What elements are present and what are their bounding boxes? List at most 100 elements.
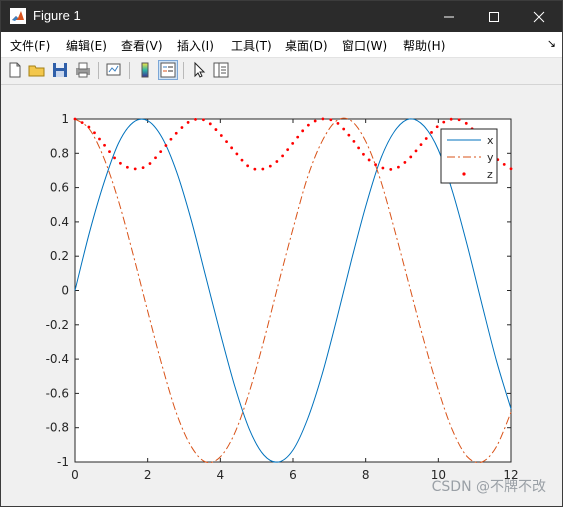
menu-edit[interactable]: 编辑(E) (66, 37, 107, 54)
series-z-point (296, 135, 300, 139)
maximize-button[interactable] (471, 1, 517, 32)
series-z-point (235, 152, 239, 156)
legend-marker-z (462, 172, 466, 176)
series-z-point (148, 162, 152, 165)
insert-legend-button[interactable] (158, 60, 178, 80)
y-tick-label: 0.2 (50, 249, 69, 263)
toolbar-separator (98, 62, 99, 79)
y-tick-label: -0.2 (46, 318, 69, 332)
y-tick-label: 0 (61, 284, 69, 298)
y-tick-label: -0.8 (46, 421, 69, 435)
insert-colorbar-button[interactable] (135, 60, 155, 80)
save-icon (53, 63, 67, 77)
property-inspector-icon (213, 62, 229, 78)
series-z-point (409, 155, 413, 159)
series-z-point (261, 167, 265, 171)
series-z-point (208, 122, 212, 126)
link-plot-button[interactable] (104, 60, 124, 80)
series-z-point (457, 118, 461, 122)
y-tick-label: -0.6 (46, 386, 69, 400)
series-z-point (87, 125, 91, 129)
series-z-point (253, 167, 257, 171)
series-z-point (357, 146, 360, 150)
series-z-point (164, 144, 168, 147)
series-z-point (424, 137, 428, 140)
series-z-point (219, 134, 223, 137)
series-z-point (180, 126, 184, 129)
minimize-button[interactable] (426, 1, 472, 32)
series-z-point (419, 143, 423, 146)
chevron-icon[interactable]: ↘ (547, 37, 556, 50)
title-bar[interactable]: Figure 1 (1, 1, 562, 32)
menu-view[interactable]: 查看(V) (121, 37, 163, 54)
series-z-point (342, 127, 346, 131)
save-button[interactable] (50, 60, 70, 80)
series-z-point (103, 143, 106, 147)
series-z-point (403, 161, 407, 164)
toolbar (1, 58, 562, 85)
menu-tools[interactable]: 工具(T) (231, 37, 272, 54)
x-tick-label: 4 (217, 468, 225, 482)
y-tick-label: 0.4 (50, 215, 69, 229)
series-z-point (174, 131, 178, 135)
series-z-point (374, 163, 378, 167)
series-z-point (321, 117, 325, 121)
series-z-point (214, 128, 218, 131)
close-button[interactable] (516, 1, 562, 32)
series-z-point (186, 121, 190, 124)
open-file-icon (28, 65, 45, 77)
series-z-point (73, 117, 77, 121)
series-z-point (381, 166, 385, 170)
legend-label: z (487, 168, 493, 181)
series-z-point (347, 133, 351, 137)
menu-desktop[interactable]: 桌面(D) (285, 37, 328, 54)
series-z-point (509, 167, 513, 171)
series-z-point (430, 131, 433, 134)
print-icon (76, 62, 90, 78)
series-z-point (93, 131, 96, 135)
series-z-point (159, 150, 163, 154)
series-z-point (80, 121, 84, 125)
legend[interactable]: xyz (440, 128, 498, 184)
open-file-button[interactable] (27, 60, 47, 80)
menu-window[interactable]: 窗口(W) (342, 37, 387, 54)
y-tick-label: 1 (61, 112, 69, 126)
y-tick-label: -1 (57, 455, 69, 469)
menu-insert[interactable]: 插入(I) (177, 37, 214, 54)
series-z-point (268, 164, 272, 168)
edit-plot-button[interactable] (189, 60, 209, 80)
series-z-point (275, 160, 279, 163)
menu-bar: 文件(F) 编辑(E) 查看(V) 插入(I) 工具(T) 桌面(D) 窗口(W… (1, 32, 562, 58)
x-tick-label: 0 (71, 468, 79, 482)
series-z-point (352, 139, 356, 143)
series-z-point (449, 117, 453, 121)
link-plot-icon (106, 63, 121, 76)
series-z-point (141, 166, 145, 170)
minimize-icon (444, 16, 454, 17)
series-z-point (414, 149, 418, 153)
series-z-point (169, 137, 173, 141)
insert-legend-icon (160, 62, 176, 78)
new-figure-button[interactable] (5, 60, 25, 80)
series-z-point (240, 158, 244, 162)
series-z-point (367, 158, 371, 162)
series-z-point (246, 164, 250, 168)
menu-file[interactable]: 文件(F) (10, 37, 50, 54)
matlab-icon (10, 8, 26, 24)
window-title: Figure 1 (33, 8, 81, 23)
series-z-point (362, 152, 365, 156)
new-figure-icon (9, 62, 21, 78)
print-button[interactable] (73, 60, 93, 80)
series-z-point (225, 140, 228, 144)
menu-help[interactable]: 帮助(H) (403, 37, 445, 54)
series-z-point (119, 161, 122, 165)
insert-colorbar-icon (141, 62, 149, 78)
series-z-point (194, 118, 197, 121)
series-z-point (281, 154, 285, 158)
property-inspector-button[interactable] (211, 60, 231, 80)
series-z-point (464, 121, 468, 125)
series-z-point (291, 141, 295, 145)
series-z-point (98, 137, 101, 141)
figure-window: Figure 1 文件(F) 编辑(E) 查看(V) 插入(I) 工具(T) 桌… (0, 0, 563, 507)
legend-label: y (487, 151, 494, 164)
